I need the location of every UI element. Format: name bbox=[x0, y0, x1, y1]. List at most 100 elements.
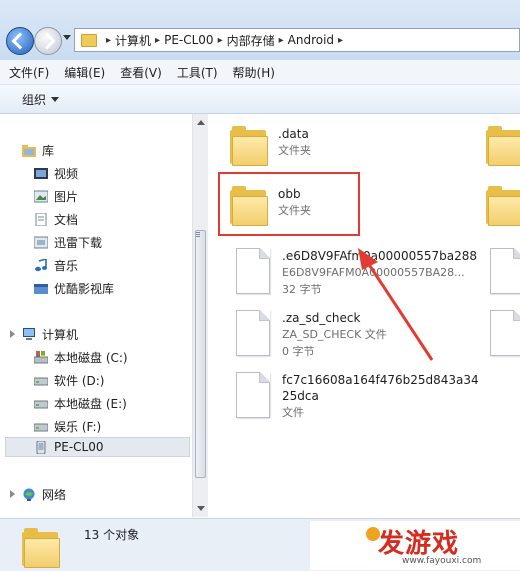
item-count: 13 个对象 bbox=[84, 528, 140, 542]
library-icon bbox=[22, 144, 36, 157]
download-folder-icon bbox=[34, 236, 48, 248]
watermark-name: 发游戏 bbox=[378, 529, 460, 559]
command-toolbar: 组织 bbox=[0, 85, 520, 114]
breadcrumb-computer[interactable]: 计算机 bbox=[115, 32, 151, 49]
chevron-right-icon[interactable]: ▸ bbox=[218, 35, 223, 46]
nav-drive-label: 软件 (D:) bbox=[54, 373, 105, 388]
breadcrumb[interactable]: ▸ 计算机 ▸ PE-CL00 ▸ 内部存储 ▸ Android ▸ bbox=[74, 28, 520, 52]
list-item[interactable]: fc7c16608a164f476b25d843a34 25dca 文件 bbox=[236, 372, 479, 421]
navigation-scrollbar[interactable] bbox=[192, 114, 209, 517]
list-item[interactable]: .e6D8V9FAfm0a00000557ba288 E6D8V9FAFM0A0… bbox=[236, 248, 477, 298]
picture-icon bbox=[34, 190, 48, 202]
menu-help[interactable]: 帮助(H) bbox=[227, 64, 281, 81]
address-bar-area: ▸ 计算机 ▸ PE-CL00 ▸ 内部存储 ▸ Android ▸ bbox=[0, 0, 520, 60]
file-icon[interactable] bbox=[490, 248, 520, 294]
menu-tools[interactable]: 工具(T) bbox=[171, 64, 224, 81]
nav-drive-e[interactable]: 本地磁盘 (E:) bbox=[34, 393, 127, 413]
organize-button[interactable]: 组织 bbox=[22, 91, 60, 108]
chevron-right-icon[interactable]: ▸ bbox=[155, 35, 160, 46]
item-type: E6D8V9FAFM0A00000557BA28... bbox=[282, 266, 465, 279]
nav-computer-label: 计算机 bbox=[42, 327, 79, 342]
nav-item-music[interactable]: 音乐 bbox=[34, 255, 78, 275]
nav-item-label: 视频 bbox=[54, 166, 79, 181]
nav-item-label: 图片 bbox=[54, 189, 79, 204]
menu-view[interactable]: 查看(V) bbox=[114, 64, 168, 81]
folder-icon bbox=[230, 126, 268, 166]
item-size: 32 字节 bbox=[282, 283, 322, 296]
nav-item-label: 文档 bbox=[54, 212, 79, 227]
file-icon bbox=[236, 372, 270, 418]
highlight-box bbox=[218, 172, 360, 236]
grip-icon bbox=[196, 232, 200, 233]
nav-drive-label: 本地磁盘 (E:) bbox=[54, 396, 127, 411]
nav-item-youku-library[interactable]: 优酷影视库 bbox=[34, 278, 114, 298]
drive-icon bbox=[34, 400, 48, 408]
expand-arrow-icon[interactable] bbox=[10, 490, 15, 498]
file-icon bbox=[236, 310, 270, 356]
nav-device-pe-cl00[interactable]: PE-CL00 bbox=[5, 437, 190, 457]
nav-drive-label: PE-CL00 bbox=[54, 440, 104, 454]
watermark-logo: 发游戏 www.fayouxi.com bbox=[310, 521, 520, 570]
nav-drive-label: 娱乐 (F:) bbox=[54, 419, 102, 434]
chevron-right-icon[interactable]: ▸ bbox=[338, 35, 343, 46]
nav-drive-c[interactable]: 本地磁盘 (C:) bbox=[34, 347, 128, 367]
list-item[interactable]: .data 文件夹 bbox=[230, 126, 311, 166]
item-type: 文件夹 bbox=[278, 144, 311, 157]
nav-item-label: 优酷影视库 bbox=[54, 281, 115, 296]
nav-library[interactable]: 库 bbox=[22, 140, 54, 160]
menu-edit[interactable]: 编辑(E) bbox=[58, 64, 111, 81]
list-item[interactable]: .za_sd_check ZA_SD_CHECK 文件 0 字节 bbox=[236, 310, 387, 360]
nav-item-videos[interactable]: 视频 bbox=[34, 163, 78, 183]
back-button[interactable] bbox=[6, 27, 34, 55]
nav-network[interactable]: 网络 bbox=[22, 484, 66, 504]
item-size: 0 字节 bbox=[282, 345, 315, 358]
forward-button[interactable] bbox=[34, 27, 62, 55]
item-name: .data bbox=[278, 127, 309, 141]
organize-label: 组织 bbox=[22, 92, 47, 107]
chevron-right-icon[interactable]: ▸ bbox=[279, 35, 284, 46]
nav-library-label: 库 bbox=[42, 143, 55, 158]
nav-computer[interactable]: 计算机 bbox=[22, 324, 78, 344]
breadcrumb-device[interactable]: PE-CL00 bbox=[164, 33, 213, 47]
nav-drive-d[interactable]: 软件 (D:) bbox=[34, 370, 104, 390]
item-name-continued: 25dca bbox=[282, 389, 319, 403]
nav-network-label: 网络 bbox=[42, 487, 67, 502]
nav-item-label: 音乐 bbox=[54, 258, 79, 273]
windows-drive-icon bbox=[34, 350, 48, 363]
item-name: .e6D8V9FAfm0a00000557ba288 bbox=[282, 249, 477, 263]
folder-icon bbox=[22, 528, 60, 568]
scroll-up-arrow-icon[interactable] bbox=[197, 120, 205, 125]
breadcrumb-android[interactable]: Android bbox=[288, 33, 334, 47]
menu-file[interactable]: 文件(F) bbox=[3, 64, 55, 81]
breadcrumb-storage[interactable]: 内部存储 bbox=[227, 32, 275, 49]
menu-bar: 文件(F) 编辑(E) 查看(V) 工具(T) 帮助(H) bbox=[0, 60, 520, 85]
file-icon bbox=[236, 248, 270, 294]
watermark-url: www.fayouxi.com bbox=[402, 556, 482, 566]
expand-arrow-icon[interactable] bbox=[10, 330, 15, 338]
document-icon bbox=[35, 212, 47, 226]
computer-icon bbox=[23, 327, 35, 340]
drive-icon bbox=[34, 423, 48, 431]
scroll-down-arrow-icon[interactable] bbox=[197, 506, 205, 511]
item-name: fc7c16608a164f476b25d843a34 bbox=[282, 373, 479, 387]
video-icon bbox=[34, 167, 48, 179]
scrollbar-thumb[interactable] bbox=[195, 230, 206, 478]
chevron-right-icon[interactable]: ▸ bbox=[106, 35, 111, 46]
nav-drive-f[interactable]: 娱乐 (F:) bbox=[34, 416, 101, 436]
nav-item-thunder-downloads[interactable]: 迅雷下载 bbox=[34, 232, 102, 252]
chevron-down-icon bbox=[51, 96, 60, 102]
item-type: 文件 bbox=[282, 406, 304, 419]
network-icon bbox=[23, 488, 35, 501]
nav-item-pictures[interactable]: 图片 bbox=[34, 186, 78, 206]
folder-icon bbox=[81, 33, 97, 47]
drive-icon bbox=[34, 377, 48, 385]
video-library-icon bbox=[34, 283, 48, 294]
nav-item-documents[interactable]: 文档 bbox=[34, 209, 78, 229]
nav-item-label: 迅雷下载 bbox=[54, 235, 103, 250]
navigation-pane: 库 视频 图片 文档 迅雷下载 音乐 优酷影视库 计算机 本地磁盘 (C:) 软… bbox=[0, 114, 192, 517]
file-icon[interactable] bbox=[490, 310, 520, 356]
nav-drive-label: 本地磁盘 (C:) bbox=[54, 350, 128, 365]
phone-device-icon bbox=[36, 440, 46, 454]
item-type: ZA_SD_CHECK 文件 bbox=[282, 328, 387, 341]
recent-pages-dropdown[interactable] bbox=[63, 35, 71, 40]
